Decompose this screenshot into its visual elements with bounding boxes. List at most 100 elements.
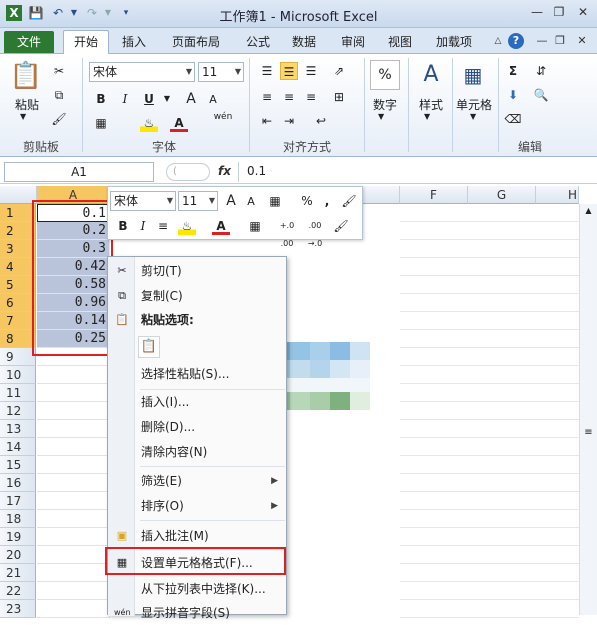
row-header[interactable]: 12 bbox=[0, 402, 36, 420]
mini-font-color-icon[interactable]: A bbox=[212, 217, 230, 235]
cell-a19[interactable] bbox=[37, 528, 110, 546]
italic-button[interactable]: I bbox=[116, 90, 134, 108]
workbook-restore-icon[interactable]: ❐ bbox=[552, 33, 568, 49]
menu-item-phonetic[interactable]: wén 显示拼音字段(S) bbox=[108, 601, 286, 625]
cell-a18[interactable] bbox=[37, 510, 110, 528]
workbook-close-icon[interactable]: ✕ bbox=[574, 33, 590, 49]
row-header[interactable]: 1 bbox=[0, 204, 36, 222]
menu-item-insert-comment[interactable]: ▣ 插入批注(M) bbox=[108, 524, 286, 548]
cell-a22[interactable] bbox=[37, 582, 110, 600]
minimize-icon[interactable]: — bbox=[526, 3, 548, 21]
mini-decrease-decimal-button[interactable]: .00 →.0 bbox=[302, 217, 328, 248]
underline-button[interactable]: U bbox=[140, 90, 158, 108]
row-header[interactable]: 9 bbox=[0, 348, 36, 366]
mini-increase-decimal-button[interactable]: +.0 .00 bbox=[274, 217, 300, 248]
menu-item-filter[interactable]: 筛选(E) ▶ bbox=[108, 469, 286, 493]
tab-review[interactable]: 审阅 bbox=[333, 32, 373, 52]
mini-grow-font-icon[interactable]: A bbox=[222, 192, 240, 210]
close-icon[interactable]: ✕ bbox=[572, 3, 594, 21]
tab-view[interactable]: 视图 bbox=[380, 32, 420, 52]
menu-item-pick-from-list[interactable]: 从下拉列表中选择(K)... bbox=[108, 577, 286, 601]
mini-shrink-font-icon[interactable]: A bbox=[242, 193, 260, 211]
merge-center-icon[interactable]: ⊞ bbox=[330, 88, 348, 106]
vertical-scrollbar[interactable]: ▲ ≡ bbox=[579, 204, 597, 615]
formula-input[interactable]: 0.1 bbox=[238, 162, 595, 182]
mini-format-painter-icon[interactable]: 🖌 bbox=[340, 192, 358, 210]
column-header-g[interactable]: G bbox=[468, 186, 536, 204]
cell-a16[interactable] bbox=[37, 474, 110, 492]
decrease-indent-icon[interactable]: ⇤ bbox=[258, 112, 276, 130]
cells-dropdown-icon[interactable]: ▼ bbox=[470, 112, 476, 121]
mini-borders-icon[interactable]: ▦ bbox=[246, 217, 264, 235]
scroll-up-icon[interactable]: ▲ bbox=[582, 206, 595, 218]
mini-font-size-combo[interactable]: 11 ▼ bbox=[178, 191, 218, 211]
cell-a11[interactable] bbox=[37, 384, 110, 402]
scroll-thumb[interactable]: ≡ bbox=[582, 428, 595, 438]
row-header[interactable]: 10 bbox=[0, 366, 36, 384]
mini-font-name-combo[interactable]: 宋体 ▼ bbox=[110, 191, 176, 211]
row-header[interactable]: 23 bbox=[0, 600, 36, 618]
row-header[interactable]: 6 bbox=[0, 294, 36, 312]
number-dropdown-icon[interactable]: ▼ bbox=[378, 112, 384, 121]
formula-bar-expand-icon[interactable]: ( bbox=[166, 163, 210, 181]
help-icon[interactable]: ? bbox=[508, 33, 524, 49]
grow-font-button[interactable]: A bbox=[182, 90, 200, 108]
copy-icon[interactable]: ⧉ bbox=[50, 86, 68, 104]
row-header[interactable]: 14 bbox=[0, 438, 36, 456]
menu-item-sort[interactable]: 排序(O) ▶ bbox=[108, 494, 286, 518]
row-header[interactable]: 4 bbox=[0, 258, 36, 276]
mini-percent-button[interactable]: % bbox=[298, 192, 316, 210]
menu-item-insert[interactable]: 插入(I)... bbox=[108, 390, 286, 414]
tab-addins[interactable]: 加载项 bbox=[428, 32, 480, 52]
cells-icon[interactable]: ▦ bbox=[458, 60, 488, 90]
row-header[interactable]: 8 bbox=[0, 330, 36, 348]
font-color-icon[interactable]: A bbox=[170, 114, 188, 132]
align-center-icon[interactable]: ≡ bbox=[280, 88, 298, 106]
phonetic-guide-button[interactable]: wén bbox=[212, 112, 234, 130]
font-size-combo[interactable]: 11 ▼ bbox=[198, 62, 244, 82]
bold-button[interactable]: B bbox=[92, 90, 110, 108]
menu-item-paste-special[interactable]: 选择性粘贴(S)... bbox=[108, 362, 286, 386]
tab-home[interactable]: 开始 bbox=[63, 30, 109, 55]
cell-a10[interactable] bbox=[37, 366, 110, 384]
row-header[interactable]: 17 bbox=[0, 492, 36, 510]
align-middle-icon[interactable]: ☰ bbox=[280, 62, 298, 80]
tab-page-layout[interactable]: 页面布局 bbox=[164, 32, 228, 52]
ribbon-collapse-icon[interactable]: △ bbox=[490, 33, 506, 49]
number-format-button[interactable]: 数字 bbox=[366, 96, 404, 113]
borders-icon[interactable]: ▦ bbox=[92, 114, 110, 132]
cell-a23[interactable] bbox=[37, 600, 110, 618]
menu-item-copy[interactable]: ⧉ 复制(C) bbox=[108, 284, 286, 308]
paste-icon[interactable]: 📋 bbox=[8, 60, 44, 92]
cell-a13[interactable] bbox=[37, 420, 110, 438]
menu-item-cut[interactable]: ✂ 剪切(T) bbox=[108, 259, 286, 283]
wrap-text-icon[interactable]: ↩ bbox=[312, 112, 330, 130]
tab-formulas[interactable]: 公式 bbox=[238, 32, 278, 52]
mini-center-icon[interactable]: ≡ bbox=[154, 217, 172, 235]
align-right-icon[interactable]: ≡ bbox=[302, 88, 320, 106]
mini-format-table-icon[interactable]: ▦ bbox=[266, 192, 284, 210]
cell-a20[interactable] bbox=[37, 546, 110, 564]
menu-item-delete[interactable]: 删除(D)... bbox=[108, 415, 286, 439]
row-header[interactable]: 21 bbox=[0, 564, 36, 582]
sort-filter-icon[interactable]: ⇵ bbox=[532, 62, 550, 80]
mini-italic-button[interactable]: I bbox=[134, 217, 152, 235]
column-header-h[interactable]: H bbox=[536, 186, 579, 204]
paste-dropdown-icon[interactable]: ▼ bbox=[20, 112, 26, 121]
cell-a14[interactable] bbox=[37, 438, 110, 456]
styles-button[interactable]: 样式 bbox=[412, 96, 450, 113]
menu-item-clear-contents[interactable]: 清除内容(N) bbox=[108, 440, 286, 464]
mini-format-painter2-icon[interactable]: 🖌 bbox=[332, 217, 350, 235]
cell-a17[interactable] bbox=[37, 492, 110, 510]
shrink-font-button[interactable]: A bbox=[204, 91, 222, 109]
paste-button[interactable]: 粘贴 bbox=[10, 96, 44, 113]
increase-indent-icon[interactable]: ⇥ bbox=[280, 112, 298, 130]
insert-function-button[interactable]: fx bbox=[218, 164, 231, 178]
row-header[interactable]: 20 bbox=[0, 546, 36, 564]
format-painter-icon[interactable]: 🖌 bbox=[50, 110, 68, 128]
styles-icon[interactable]: A bbox=[416, 60, 446, 90]
row-header[interactable]: 2 bbox=[0, 222, 36, 240]
mini-fill-color-icon[interactable]: ♨ bbox=[178, 217, 196, 235]
row-header[interactable]: 5 bbox=[0, 276, 36, 294]
font-name-combo[interactable]: 宋体 ▼ bbox=[89, 62, 195, 82]
